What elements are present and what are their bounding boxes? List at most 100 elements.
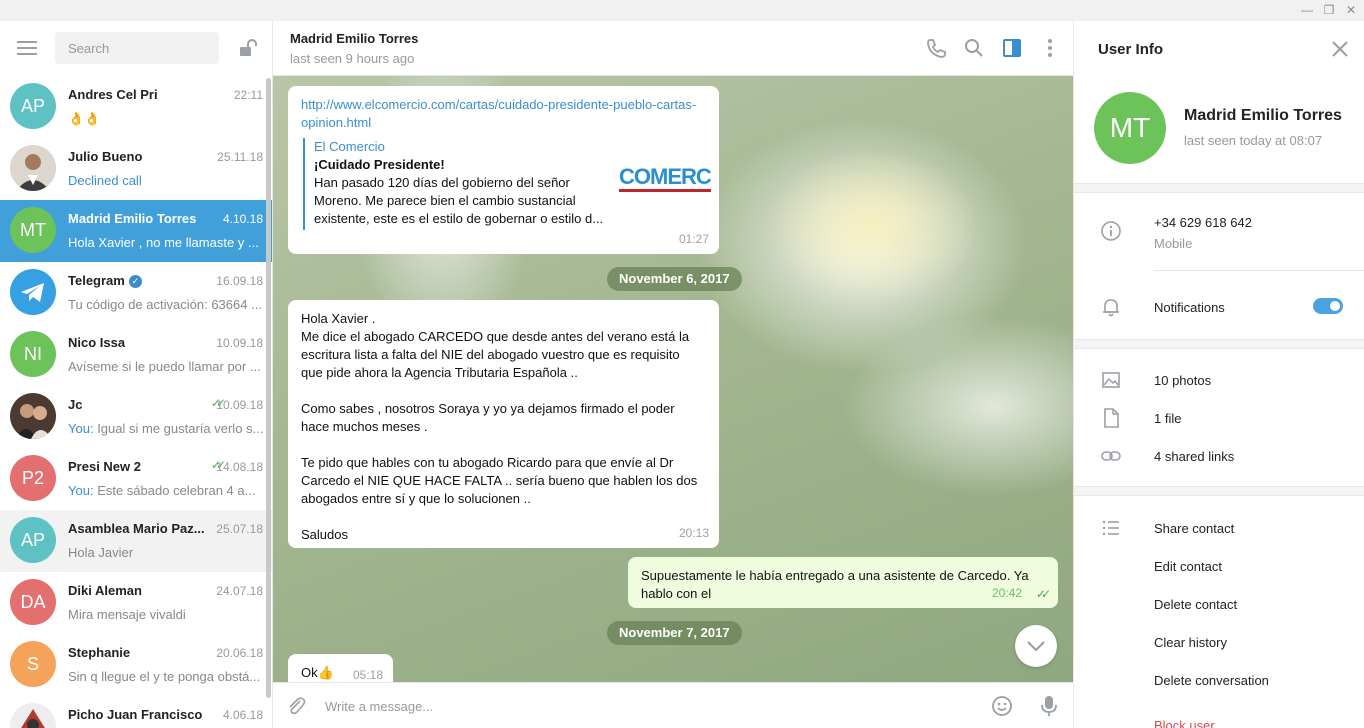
chat-name: Stephanie [68,645,131,660]
clear-history-button[interactable]: Clear history [1154,635,1227,650]
search-input[interactable] [55,32,219,64]
date-separator: November 7, 2017 [607,621,742,645]
peer-name[interactable]: Madrid Emilio Torres [290,31,418,46]
avatar: AP [10,83,56,129]
close-icon[interactable] [1330,39,1350,59]
chat-name: Asamblea Mario Paz... [68,521,205,536]
message-line [301,382,706,400]
chat-preview: You: Igual si me gustaría verlo s... [68,421,264,436]
message-line: Saludos [301,527,348,542]
preview-site-name: El Comercio [314,139,385,154]
preview-thumbnail: COMERC [619,166,711,194]
chat-item[interactable]: Telegram ✓ 16.09.18 Tu código de activaci… [0,262,272,324]
delete-conversation-button[interactable]: Delete conversation [1154,673,1269,688]
preview-description: Han pasado 120 días del gobierno del señ… [314,175,604,226]
chat-item[interactable]: P2 Presi New 2 ✓✓ 14.08.18 You: Este sáb… [0,448,272,510]
double-check-icon: ✓✓ [1035,587,1051,601]
chat-date: 4.06.18 [222,708,263,722]
avatar: S [10,641,56,687]
avatar: P2 [10,455,56,501]
message-bubble-incoming[interactable]: Ok👍 05:18 [288,654,393,682]
close-window-button[interactable]: ✕ [1342,2,1360,18]
message-history[interactable]: http://www.elcomercio.com/cartas/cuidado… [273,76,1073,682]
phone-label: Mobile [1154,236,1193,251]
info-icon [1101,221,1121,241]
minimize-button[interactable]: — [1298,2,1316,18]
unlock-icon[interactable] [237,37,259,59]
search-icon[interactable] [963,37,985,59]
chat-item[interactable]: Julio Bueno 25.11.18 Declined call [0,138,272,200]
scroll-down-button[interactable] [1015,625,1057,667]
chat-date: 24.07.18 [216,584,263,598]
message-bubble-incoming[interactable]: Hola Xavier . Me dice el abogado CARCEDO … [288,300,719,548]
block-user-button[interactable]: Block user [1154,718,1215,728]
peer-status: last seen 9 hours ago [290,51,415,66]
message-line: Hola Xavier . [301,311,376,326]
chat-name: Picho Juan Francisco [68,707,203,722]
chat-name: Diki Aleman [68,583,142,598]
restore-button[interactable]: ❐ [1320,2,1338,18]
chat-item[interactable]: DA Diki Aleman 24.07.18 Mira mensaje viv… [0,572,272,634]
message-composer [273,682,1073,728]
media-photos[interactable]: 10 photos [1154,373,1211,388]
chat-item[interactable]: AP Asamblea Mario Paz... 25.07.18 Hola J… [0,510,272,572]
sidebar-scrollbar[interactable] [266,78,271,698]
more-vertical-icon[interactable] [1039,37,1061,59]
media-files[interactable]: 1 file [1154,411,1181,426]
message-link[interactable]: http://www.elcomercio.com/cartas/cuidado… [301,96,701,132]
attach-icon[interactable] [285,695,307,717]
link-preview[interactable]: El Comercio ¡Cuidado Presidente! Han pas… [303,138,711,230]
avatar[interactable]: MT [1094,92,1166,164]
message-bubble-outgoing[interactable]: Supuestamente le había entregado a una a… [628,557,1058,608]
message-bubble-incoming[interactable]: http://www.elcomercio.com/cartas/cuidado… [288,86,719,254]
message-line: escritura lista a falta del NIE del abog… [301,347,680,362]
chevron-down-icon [1027,641,1045,652]
date-separator: November 6, 2017 [607,267,742,291]
message-line: hace muchos meses . [301,419,428,434]
preview-logo-underline [619,189,711,192]
chat-preview: Hola Javier [68,545,134,560]
preview-logo: COMERC [619,166,711,188]
sidebar-toggle-icon[interactable] [1001,37,1023,59]
telegram-logo-icon [21,283,44,302]
message-line: que pide ahora la Agencia Tributaria Esp… [301,365,578,380]
chat-sidebar: AP Andres Cel Pri 22:11 👌👌 Julio Bueno 2… [0,21,273,728]
hamburger-menu-icon[interactable] [17,41,37,55]
phone-number[interactable]: +34 629 618 642 [1154,215,1252,230]
message-input[interactable] [325,695,975,717]
chat-item[interactable]: Picho Juan Francisco 4.06.18 [0,696,272,728]
message-line [301,508,706,526]
message-line: Supuestamente le había entregado a una a… [641,568,1029,583]
message-time: 20:13 [678,526,709,540]
chat-item[interactable]: Jc ✓✓ 10.09.18 You: Igual si me gustaría… [0,386,272,448]
chat-name-text: Telegram [68,273,125,288]
chat-preview: Tu código de activación: 63664 ... [68,297,262,312]
message-time: 01:27 [678,232,709,246]
chat-name: Telegram ✓ [68,273,142,288]
chat-date: 4.10.18 [222,212,263,226]
share-contact-button[interactable]: Share contact [1154,521,1234,536]
message-time: 20:42 [991,586,1022,600]
delete-contact-button[interactable]: Delete contact [1154,597,1237,612]
chat-name: Jc [68,397,83,412]
you-prefix: You: [68,421,94,436]
chat-preview: Hola Xavier , no me llamaste y ... [68,235,259,250]
microphone-icon[interactable] [1038,694,1060,718]
chat-preview: Declined call [68,173,142,188]
chat-item[interactable]: S Stephanie 20.06.18 Sin q llegue el y t… [0,634,272,696]
media-links[interactable]: 4 shared links [1154,449,1234,464]
chat-date: 10.09.18 [216,398,263,412]
avatar: MT [10,207,56,253]
message-time: 05:18 [352,668,383,682]
chat-item-active[interactable]: MT Madrid Emilio Torres 4.10.18 Hola Xav… [0,200,272,262]
chat-item[interactable]: NI Nico Issa 10.09.18 Avíseme si le pued… [0,324,272,386]
message-text: Ok👍 [301,665,334,680]
edit-contact-button[interactable]: Edit contact [1154,559,1222,574]
message-text: Hola Xavier . Me dice el abogado CARCEDO … [301,310,706,544]
divider [1154,270,1364,271]
chat-item[interactable]: AP Andres Cel Pri 22:11 👌👌 [0,76,272,138]
phone-call-icon[interactable] [925,37,947,59]
message-line: Como sabes , nosotros Soraya y yo ya dej… [301,401,675,416]
emoji-icon[interactable] [991,695,1013,717]
notifications-toggle[interactable] [1313,298,1343,314]
